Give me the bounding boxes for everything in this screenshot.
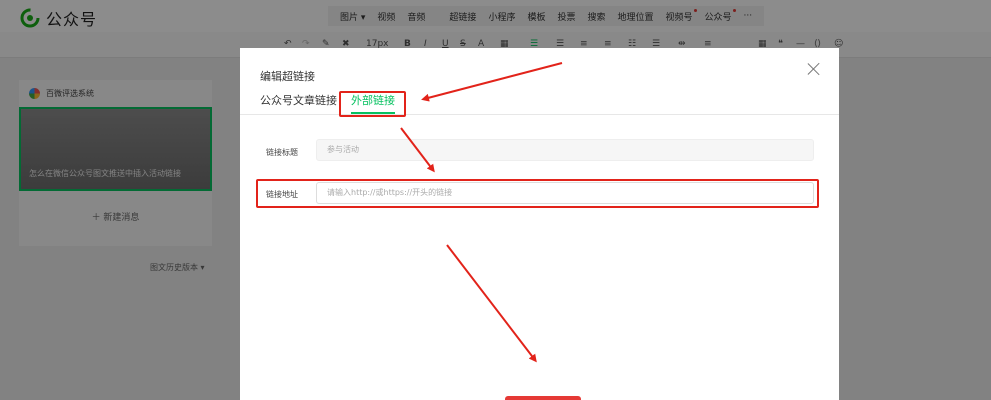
annotation-arrow-3 <box>446 244 537 363</box>
annotation-arrows <box>400 62 563 363</box>
annotation-arrow-2 <box>400 127 435 173</box>
annotation-arrow-1 <box>421 62 563 102</box>
